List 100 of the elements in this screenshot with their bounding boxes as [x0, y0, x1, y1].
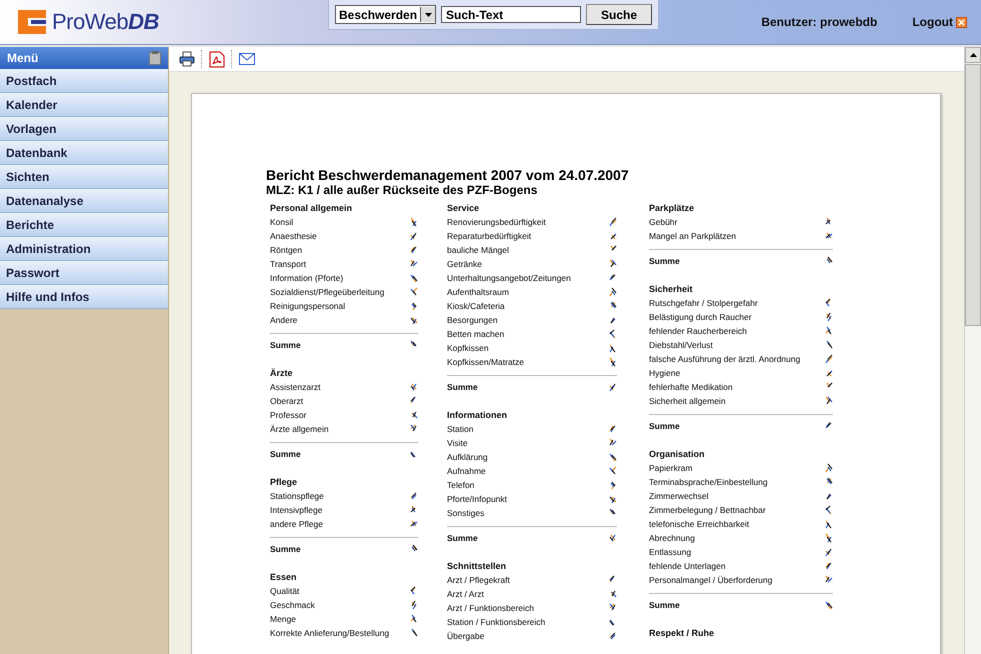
category-label: Betten machen — [447, 329, 504, 339]
category-label: Telefon — [447, 480, 474, 490]
category-label: Entlassung — [649, 547, 692, 557]
value-scribble-icon — [410, 519, 418, 529]
category-label: Pforte/Infopunkt — [447, 494, 508, 504]
category-label: Sonstiges — [447, 508, 484, 518]
value-scribble-icon — [410, 245, 418, 255]
logo-icon — [18, 10, 46, 34]
category-label: Diebstahl/Verlust — [649, 340, 713, 350]
search-button[interactable]: Suche — [586, 4, 652, 25]
menu-item[interactable]: Datenbank — [0, 141, 168, 165]
value-scribble-icon — [609, 231, 617, 241]
value-scribble-icon — [609, 315, 617, 325]
category-label: Station / Funktionsbereich — [447, 617, 546, 627]
logo-text: ProWebDB — [52, 9, 159, 35]
category-label: Zimmerwechsel — [649, 491, 709, 501]
value-scribble-icon — [825, 421, 833, 431]
value-scribble-icon — [825, 519, 833, 529]
value-scribble-icon — [609, 438, 617, 448]
category-label: telefonische Erreichbarkeit — [649, 519, 750, 529]
menu-item[interactable]: Datenanalyse — [0, 189, 168, 213]
category-label: Geschmack — [270, 600, 315, 610]
value-scribble-icon — [825, 505, 833, 515]
menu-item[interactable]: Vorlagen — [0, 117, 168, 141]
search-field[interactable]: Such-Text — [441, 6, 582, 23]
value-scribble-icon — [410, 301, 418, 311]
category-label: Intensivpflege — [270, 505, 322, 515]
category-label: Sicherheit allgemein — [649, 396, 726, 406]
category-label: Reinigungspersonal — [270, 301, 346, 311]
category-label: Papierkram — [649, 463, 692, 473]
category-label: Renovierungsbedürftigkeit — [447, 217, 546, 227]
sum-label: Summe — [649, 421, 680, 431]
menu-item[interactable]: Passwort — [0, 261, 168, 285]
category-label: Qualität — [270, 586, 300, 596]
value-scribble-icon — [410, 600, 418, 610]
menu-item[interactable]: Kalender — [0, 93, 168, 117]
category-label: Reparaturbedürftigkeit — [447, 231, 532, 241]
category-label: Andere — [270, 315, 298, 325]
menu-item[interactable]: Hilfe und Infos — [0, 285, 168, 309]
sum-label: Summe — [447, 533, 478, 543]
printer-icon[interactable] — [179, 51, 195, 67]
report-title: Bericht Beschwerdemanagement 2007 vom 24.07.2007 — [266, 167, 630, 183]
value-scribble-icon — [825, 533, 833, 543]
scroll-thumb[interactable] — [965, 64, 981, 326]
value-scribble-icon — [609, 617, 617, 627]
category-label: Stationspflege — [270, 491, 324, 501]
value-scribble-icon — [825, 575, 833, 585]
value-scribble-icon — [609, 466, 617, 476]
logout-link[interactable]: Logout — [912, 15, 953, 29]
clipboard-icon[interactable] — [149, 51, 161, 65]
menu-item[interactable]: Berichte — [0, 213, 168, 237]
value-scribble-icon — [825, 217, 833, 227]
value-scribble-icon — [825, 298, 833, 308]
value-scribble-icon — [609, 589, 617, 599]
value-scribble-icon — [410, 614, 418, 624]
category-label: Transport — [270, 259, 306, 269]
category-label: Rutschgefahr / Stolpergefahr — [649, 298, 758, 308]
category-label: Übergabe — [447, 631, 484, 641]
value-scribble-icon — [609, 533, 617, 543]
category-label: Arzt / Funktionsbereich — [447, 603, 534, 613]
menu-item[interactable]: Postfach — [0, 69, 168, 93]
value-scribble-icon — [410, 628, 418, 638]
scrollbar[interactable] — [964, 47, 981, 654]
value-scribble-icon — [825, 231, 833, 241]
value-scribble-icon — [609, 301, 617, 311]
category-label: Professor — [270, 410, 306, 420]
value-scribble-icon — [410, 396, 418, 406]
value-scribble-icon — [410, 491, 418, 501]
category-label: Aufklärung — [447, 452, 488, 462]
category-label: Abrechnung — [649, 533, 695, 543]
scroll-up-icon[interactable] — [965, 47, 981, 63]
category-label: Information (Pforte) — [270, 273, 344, 283]
value-scribble-icon — [609, 480, 617, 490]
category-label: Belästigung durch Raucher — [649, 312, 752, 322]
section-heading: Ärzte — [270, 367, 294, 380]
mail-icon[interactable] — [239, 53, 255, 65]
value-scribble-icon — [609, 575, 617, 585]
value-scribble-icon — [825, 547, 833, 557]
menu-item[interactable]: Sichten — [0, 165, 168, 189]
menu-item[interactable]: Administration — [0, 237, 168, 261]
category-label: Röntgen — [270, 245, 302, 255]
section-heading: Service — [447, 202, 480, 215]
value-scribble-icon — [609, 273, 617, 283]
category-label: Oberarzt — [270, 396, 304, 406]
category-label: Konsil — [270, 217, 294, 227]
value-scribble-icon — [825, 354, 833, 364]
section-heading: Respekt / Ruhe — [649, 627, 716, 640]
value-scribble-icon — [609, 357, 617, 367]
close-icon[interactable] — [956, 16, 967, 28]
pdf-icon[interactable] — [209, 50, 225, 68]
value-scribble-icon — [609, 287, 617, 297]
category-dropdown[interactable]: Beschwerden — [335, 5, 436, 24]
section-heading: Informationen — [447, 409, 508, 422]
value-scribble-icon — [825, 463, 833, 473]
section-heading: Personal allgemein — [270, 202, 354, 215]
value-scribble-icon — [825, 340, 833, 350]
value-scribble-icon — [410, 544, 418, 554]
category-label: fehlender Raucherbereich — [649, 326, 747, 336]
value-scribble-icon — [410, 410, 418, 420]
category-label: Gebühr — [649, 217, 678, 227]
